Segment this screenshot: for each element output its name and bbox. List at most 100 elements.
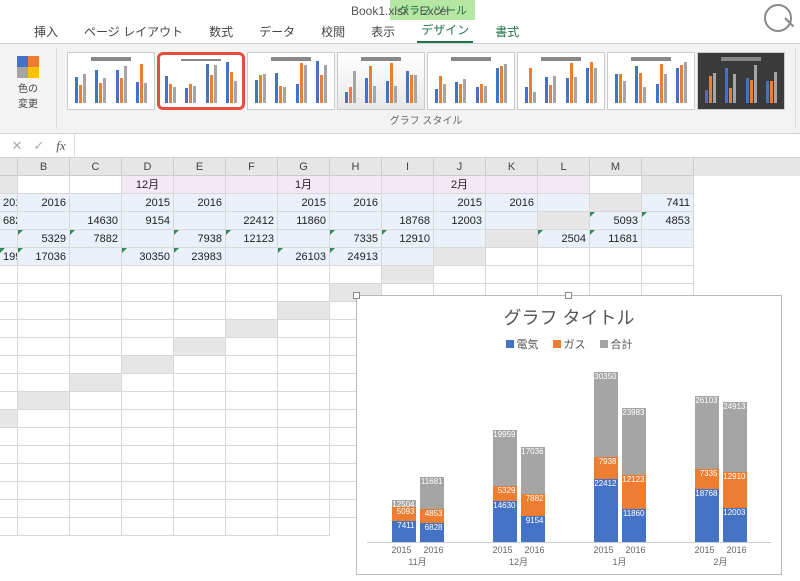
ribbon-tab-1[interactable]: ページ レイアウト: [80, 20, 187, 43]
cell[interactable]: [18, 482, 70, 500]
chart-bar[interactable]: 22412793830350: [594, 372, 618, 542]
cell[interactable]: [174, 356, 226, 374]
cell[interactable]: 5329: [18, 230, 70, 248]
column-header-H[interactable]: H: [330, 158, 382, 176]
cell[interactable]: [226, 194, 278, 212]
cell[interactable]: [0, 482, 18, 500]
cell[interactable]: 2016: [174, 194, 226, 212]
cell[interactable]: [0, 320, 18, 338]
cell[interactable]: 7411: [642, 194, 694, 212]
column-header-L[interactable]: L: [538, 158, 590, 176]
chart-bar[interactable]: 7411509312504: [392, 500, 416, 542]
cell[interactable]: [382, 176, 434, 194]
cell[interactable]: [70, 194, 122, 212]
cell[interactable]: [70, 482, 122, 500]
cell[interactable]: [70, 428, 122, 446]
cell[interactable]: [0, 464, 18, 482]
cell[interactable]: [278, 320, 330, 338]
chart-bar[interactable]: 9154788217036: [521, 447, 545, 542]
cell[interactable]: [122, 392, 174, 410]
cell[interactable]: [70, 176, 122, 194]
cell[interactable]: [70, 320, 122, 338]
cell[interactable]: [174, 374, 226, 392]
cell[interactable]: [278, 266, 330, 284]
chart-bar[interactable]: 118601212323983: [622, 408, 646, 542]
column-header-J[interactable]: J: [434, 158, 486, 176]
cell[interactable]: [174, 410, 226, 428]
chart-style-thumb-3[interactable]: [247, 52, 335, 110]
cancel-formula-icon[interactable]: ✕: [8, 138, 26, 154]
cell[interactable]: [486, 248, 538, 266]
cell[interactable]: [382, 194, 434, 212]
cell[interactable]: [278, 338, 330, 356]
cell[interactable]: [226, 428, 278, 446]
cell[interactable]: [278, 428, 330, 446]
cell[interactable]: [434, 266, 486, 284]
cell[interactable]: [18, 464, 70, 482]
cell[interactable]: [18, 428, 70, 446]
cell[interactable]: [70, 266, 122, 284]
cell[interactable]: [538, 248, 590, 266]
cell[interactable]: 19959: [0, 248, 18, 266]
cell[interactable]: [226, 446, 278, 464]
cell[interactable]: [174, 284, 226, 302]
column-header-K[interactable]: K: [486, 158, 538, 176]
cell[interactable]: 12123: [226, 230, 278, 248]
accept-formula-icon[interactable]: ✓: [30, 138, 48, 154]
cell[interactable]: [122, 302, 174, 320]
cell[interactable]: 9154: [122, 212, 174, 230]
cell[interactable]: [18, 284, 70, 302]
cell[interactable]: [122, 428, 174, 446]
cell[interactable]: 6828: [0, 212, 18, 230]
cell[interactable]: [18, 500, 70, 518]
cell[interactable]: [122, 482, 174, 500]
chart-style-thumb-6[interactable]: [517, 52, 605, 110]
chart-plot-area[interactable]: 74115093125046828485311681 14630532919959…: [367, 358, 771, 543]
cell[interactable]: [590, 176, 642, 194]
cell[interactable]: [18, 356, 70, 374]
cell[interactable]: 7335: [330, 230, 382, 248]
cell[interactable]: [70, 446, 122, 464]
cell[interactable]: [174, 446, 226, 464]
cell[interactable]: [0, 392, 18, 410]
cell[interactable]: [18, 338, 70, 356]
column-header-C[interactable]: C: [70, 158, 122, 176]
chart-style-thumb-4[interactable]: [337, 52, 425, 110]
cell[interactable]: [382, 248, 434, 266]
cell[interactable]: [0, 446, 18, 464]
cell[interactable]: 2016: [330, 194, 382, 212]
cell[interactable]: [226, 500, 278, 518]
cell[interactable]: [0, 518, 18, 536]
cell[interactable]: [330, 176, 382, 194]
fx-icon[interactable]: fx: [52, 138, 70, 154]
cell[interactable]: 5093: [590, 212, 642, 230]
ribbon-tab-2[interactable]: 数式: [205, 20, 237, 43]
cell[interactable]: [590, 248, 642, 266]
chart-style-thumb-2[interactable]: [157, 52, 245, 110]
cell[interactable]: [226, 338, 278, 356]
cell[interactable]: [278, 500, 330, 518]
cell[interactable]: [226, 266, 278, 284]
cell[interactable]: [18, 302, 70, 320]
ribbon-tab-5[interactable]: 表示: [367, 20, 399, 43]
cell[interactable]: [174, 302, 226, 320]
column-header-E[interactable]: E: [174, 158, 226, 176]
chart-bar[interactable]: 6828485311681: [420, 477, 444, 542]
cell[interactable]: [174, 320, 226, 338]
cell[interactable]: [226, 392, 278, 410]
cell[interactable]: [18, 446, 70, 464]
cell[interactable]: 18768: [382, 212, 434, 230]
cell[interactable]: 2015: [122, 194, 174, 212]
cell[interactable]: [0, 338, 18, 356]
chart-style-gallery[interactable]: [65, 50, 787, 112]
cell[interactable]: [226, 482, 278, 500]
cell[interactable]: [538, 194, 590, 212]
cell[interactable]: [122, 500, 174, 518]
cell[interactable]: 17036: [18, 248, 70, 266]
cell[interactable]: 7882: [70, 230, 122, 248]
cell[interactable]: [70, 248, 122, 266]
cell[interactable]: 2016: [18, 194, 70, 212]
cell[interactable]: [0, 374, 18, 392]
column-header-B[interactable]: B: [18, 158, 70, 176]
chart-bar[interactable]: 14630532919959: [493, 430, 517, 542]
